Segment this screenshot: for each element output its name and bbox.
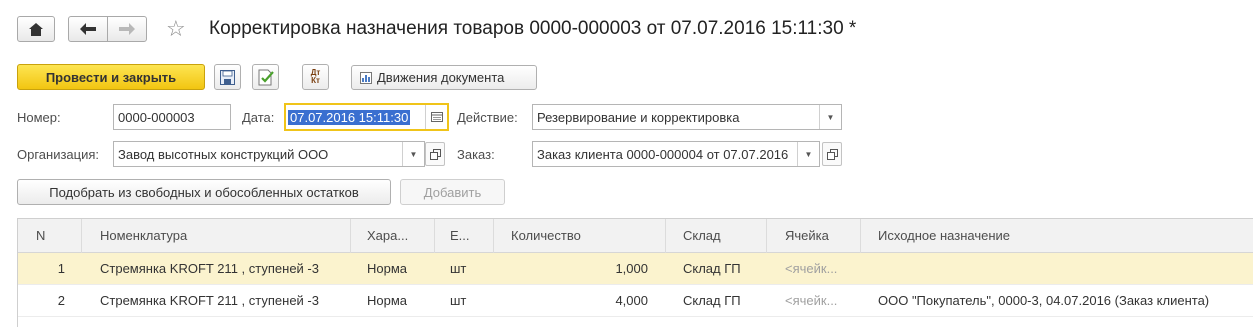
row-characteristic: Норма — [367, 261, 408, 276]
column-header-warehouse[interactable]: Склад — [683, 219, 763, 253]
row-source-assignment — [878, 253, 1248, 285]
column-header-quantity[interactable]: Количество — [511, 219, 661, 253]
row-unit: шт — [450, 261, 467, 276]
chevron-down-icon[interactable]: ▼ — [402, 142, 424, 166]
date-field[interactable]: 07.07.2016 15:11:30 — [284, 103, 449, 131]
order-field[interactable]: Заказ клиента 0000-000004 от 07.07.2016 … — [532, 141, 820, 167]
row-number: 1 — [57, 261, 65, 276]
row-warehouse: Склад ГП — [683, 261, 741, 276]
dtkt-button[interactable]: Дт Кт — [302, 64, 329, 90]
page-title: Корректировка назначения товаров 0000-00… — [209, 18, 857, 39]
open-window-icon — [429, 148, 441, 160]
row-source-assignment: ООО "Покупатель", 0000-3, 04.07.2016 (За… — [878, 293, 1210, 308]
chevron-down-icon[interactable]: ▼ — [797, 142, 819, 166]
pick-from-stock-button[interactable]: Подобрать из свободных и обособленных ос… — [17, 179, 391, 205]
open-window-icon — [826, 148, 838, 160]
row-nomenclature: Стремянка KROFT 211 , ступеней -3 — [100, 293, 319, 308]
row-number: 2 — [57, 293, 65, 308]
table-row[interactable]: 1 Стремянка KROFT 211 , ступеней -3 Норм… — [18, 253, 1253, 285]
row-warehouse: Склад ГП — [683, 293, 741, 308]
home-icon — [29, 22, 43, 36]
column-header-unit[interactable]: Е... — [450, 219, 490, 253]
document-movements-button[interactable]: Движения документа — [351, 65, 537, 90]
row-quantity: 1,000 — [615, 261, 648, 276]
column-header-n[interactable]: N — [36, 219, 76, 253]
number-field[interactable]: 0000-000003 — [113, 104, 231, 130]
row-cell: <ячейк... — [785, 293, 838, 308]
organization-field[interactable]: Завод высотных конструкций ООО ▼ — [113, 141, 425, 167]
row-characteristic: Норма — [367, 293, 408, 308]
number-label: Номер: — [17, 110, 61, 125]
save-button[interactable] — [214, 64, 241, 90]
arrow-left-icon — [80, 23, 96, 35]
back-button[interactable] — [68, 16, 108, 42]
forward-button[interactable] — [107, 16, 147, 42]
open-organization-button[interactable] — [425, 142, 445, 166]
favorite-star-icon[interactable]: ☆ — [166, 18, 186, 40]
calendar-icon — [430, 112, 443, 122]
floppy-disk-icon — [220, 69, 235, 85]
table-header: N Номенклатура Хара... Е... Количество С… — [18, 219, 1253, 253]
add-button[interactable]: Добавить — [400, 179, 505, 205]
date-value: 07.07.2016 15:11:30 — [288, 109, 411, 125]
document-movements-label: Движения документа — [377, 70, 505, 85]
post-document-icon — [258, 69, 274, 85]
post-button[interactable] — [252, 64, 279, 90]
organization-label: Организация: — [17, 147, 100, 162]
column-header-nomenclature[interactable]: Номенклатура — [100, 219, 340, 253]
date-label: Дата: — [242, 110, 275, 125]
row-quantity: 4,000 — [615, 293, 648, 308]
row-nomenclature: Стремянка KROFT 211 , ступеней -3 — [100, 261, 319, 276]
action-label: Действие: — [457, 110, 518, 125]
column-header-source-assignment[interactable]: Исходное назначение — [878, 219, 1238, 253]
home-button[interactable] — [17, 16, 55, 42]
order-label: Заказ: — [457, 147, 495, 162]
dtkt-icon: Дт Кт — [310, 68, 321, 85]
column-header-cell[interactable]: Ячейка — [785, 219, 865, 253]
chevron-down-icon[interactable]: ▼ — [819, 105, 841, 129]
row-cell: <ячейк... — [785, 261, 838, 276]
goods-table: N Номенклатура Хара... Е... Количество С… — [17, 218, 1253, 327]
row-unit: шт — [450, 293, 467, 308]
column-header-characteristic[interactable]: Хара... — [367, 219, 427, 253]
table-row[interactable]: 2 Стремянка KROFT 211 , ступеней -3 Норм… — [18, 285, 1253, 317]
post-and-close-button[interactable]: Провести и закрыть — [17, 64, 205, 90]
calendar-button[interactable] — [425, 105, 447, 129]
report-icon — [360, 71, 372, 84]
open-order-button[interactable] — [822, 142, 842, 166]
arrow-right-icon — [119, 23, 135, 35]
action-select[interactable]: Резервирование и корректировка ▼ — [532, 104, 842, 130]
